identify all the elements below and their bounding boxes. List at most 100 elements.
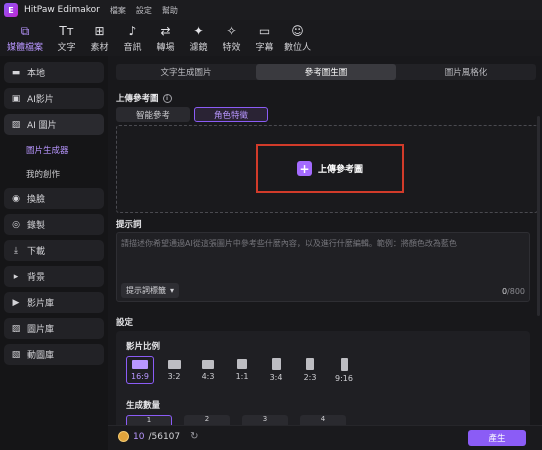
aspect-ratio-icon [271,358,281,370]
sidebar: ▬ 本地 ▣ AI影片 ▨ AI 圖片圖片生成器我的創作 ◉ 換臉 ◎ 錄製 ⤓ 下載 ▸ 背景 ▶ 影片庫 ▨… [0,56,108,450]
generate-count-option[interactable]: 1 [126,415,172,425]
sidebar-item-label: AI 圖片 [27,121,57,131]
aspect-ratio-option[interactable]: 3:2 [160,356,188,384]
coin-icon [118,431,129,442]
reference-mode-tab[interactable]: 智能參考 [116,107,190,122]
refresh-icon[interactable]: ↻ [190,431,198,442]
toolbar-audio[interactable]: ♪ 音訊 [116,23,149,53]
toolbar-subtitle[interactable]: ▭ 字幕 [248,23,281,53]
upload-button-label: 上傳參考圖 [317,165,363,175]
effects-icon: ✧ [226,24,237,38]
toolbar-label: 數位人 [283,43,311,53]
aspect-ratio-option[interactable]: 3:4 [262,356,290,384]
sidebar-item-label: 錄製 [27,221,46,231]
aspect-ratio-label: 16:9 [131,371,149,381]
sidebar-item-label: 換臉 [27,195,46,205]
toolbar-text[interactable]: Tт 文字 [50,23,83,53]
filter-icon: ✦ [193,24,204,38]
settings-section-title: 設定 [116,318,134,328]
toolbar-label: 媒體檔案 [6,43,43,53]
generate-count-option[interactable]: 4 [300,415,346,425]
chevron-down-icon: ▾ [170,286,175,295]
toolbar-assets[interactable]: ⊞ 素材 [83,23,116,53]
sidebar-subitem[interactable]: 我的創作 [4,164,104,184]
subtitle-icon: ▭ [258,24,271,38]
menu-file[interactable]: 檔案 [110,5,126,16]
sidebar-item-label: AI影片 [27,95,54,105]
credits-total: /56107 [148,431,181,442]
tab-0[interactable]: 文字生成圖片 [116,64,256,80]
plus-icon: + [296,161,312,176]
aspect-ratio-option[interactable]: 1:1 [228,356,256,384]
sidebar-item-ai-image[interactable]: ▨ AI 圖片 [4,114,104,135]
reference-mode-tab[interactable]: 角色特徵 [194,107,268,122]
toolbar-effects[interactable]: ✧ 特效 [215,23,248,53]
aspect-ratio-label: 3:2 [167,371,181,381]
toolbar-label: 濾鏡 [189,43,208,53]
sidebar-item-background[interactable]: ▸ 背景 [4,266,104,287]
aspect-ratio-icon [306,358,314,370]
toolbar-label: 字幕 [255,43,274,53]
aspect-ratio-label: 3:4 [269,373,283,382]
sidebar-item-label: 動圖庫 [27,351,55,361]
aspect-ratio-label: 2:3 [303,373,317,382]
sidebar-item-folder[interactable]: ▬ 本地 [4,62,104,83]
sidebar-item-label: 影片庫 [27,299,55,309]
sidebar-item-label: 本地 [27,69,46,79]
gif-library-icon: ▧ [11,349,21,360]
aspect-ratio-icon [167,359,181,369]
generate-count-option[interactable]: 2 [184,415,230,425]
sidebar-item-face-swap[interactable]: ◉ 換臉 [4,188,104,209]
aspect-ratio-option[interactable]: 4:3 [194,356,222,384]
aspect-ratio-icon [237,359,247,369]
prompt-tags-button[interactable]: 提示詞標籤 ▾ [121,283,180,298]
video-library-icon: ▶ [12,297,20,308]
toolbar-label: 素材 [90,43,109,53]
generate-count-options: 1 2 3 4 [126,415,346,425]
digital-human-icon: ☺ [291,24,304,38]
reference-mode-tabs: 智能參考 角色特徵 [116,107,268,122]
toolbar-filter[interactable]: ✦ 濾鏡 [182,23,215,53]
record-icon: ◎ [12,219,20,230]
tab-2[interactable]: 圖片風格化 [396,64,536,80]
generate-count-option[interactable]: 3 [242,415,288,425]
audio-icon: ♪ [128,24,137,38]
credits-display: 10/56107 ↻ [118,431,199,442]
sidebar-item-label: 圖片庫 [27,325,55,335]
toolbar-media-files[interactable]: ⧉ 媒體檔案 [0,23,50,54]
aspect-ratio-label: 4:3 [201,371,215,381]
toolbar-transition[interactable]: ⇄ 轉場 [149,23,182,53]
prompt-input[interactable]: 請描述你希望通過AI從這張圖片中參考些什麼內容，以及進行什麼編輯。範例：將顏色改… [116,232,530,302]
scrollbar[interactable] [537,116,540,316]
assets-icon: ⊞ [94,24,105,38]
sidebar-subitem[interactable]: 圖片生成器 [4,140,104,160]
menu-help[interactable]: 幫助 [162,5,178,16]
upload-dropzone[interactable]: + 上傳參考圖 [116,125,538,213]
upload-section-title: 上傳參考圖 i [116,92,172,104]
menu-settings[interactable]: 設定 [136,5,152,16]
tab-1[interactable]: 參考圖生圖 [256,64,396,80]
aspect-ratio-label: 9:16 [335,373,353,383]
toolbar-digital-human[interactable]: ☺ 數位人 [281,23,314,53]
download-icon: ⤓ [14,245,18,256]
aspect-ratio-option[interactable]: 16:9 [126,356,154,384]
main-toolbar: ⧉ 媒體檔案 Tт 文字 ⊞ 素材 ♪ 音訊 ⇄ 轉場 ✦ 濾鏡 ✧ 特效 ▭ 字幕 ☺ 數位人 [0,20,542,56]
sidebar-item-gif-library[interactable]: ▧ 動圖庫 [4,344,104,365]
toolbar-label: 特效 [222,43,241,53]
upload-button-highlight: + 上傳參考圖 [256,144,404,193]
ai-image-icon: ▨ [11,119,21,130]
sidebar-item-image-library[interactable]: ▨ 圖片庫 [4,318,104,339]
background-icon: ▸ [13,271,19,282]
sidebar-item-download[interactable]: ⤓ 下載 [4,240,104,261]
media-files-icon: ⧉ [20,23,30,38]
aspect-ratio-option[interactable]: 9:16 [330,356,358,384]
aspect-ratio-label: 影片比例 [126,342,161,352]
sidebar-item-record[interactable]: ◎ 錄製 [4,214,104,235]
sidebar-item-video-library[interactable]: ▶ 影片庫 [4,292,104,313]
generate-button[interactable]: 產生 [468,430,526,446]
aspect-ratio-option[interactable]: 2:3 [296,356,324,384]
sidebar-item-ai-video[interactable]: ▣ AI影片 [4,88,104,109]
info-icon[interactable]: i [162,94,172,103]
upload-reference-button[interactable]: + 上傳參考圖 [296,161,363,176]
app-title: HitPaw Edimakor [24,5,100,15]
